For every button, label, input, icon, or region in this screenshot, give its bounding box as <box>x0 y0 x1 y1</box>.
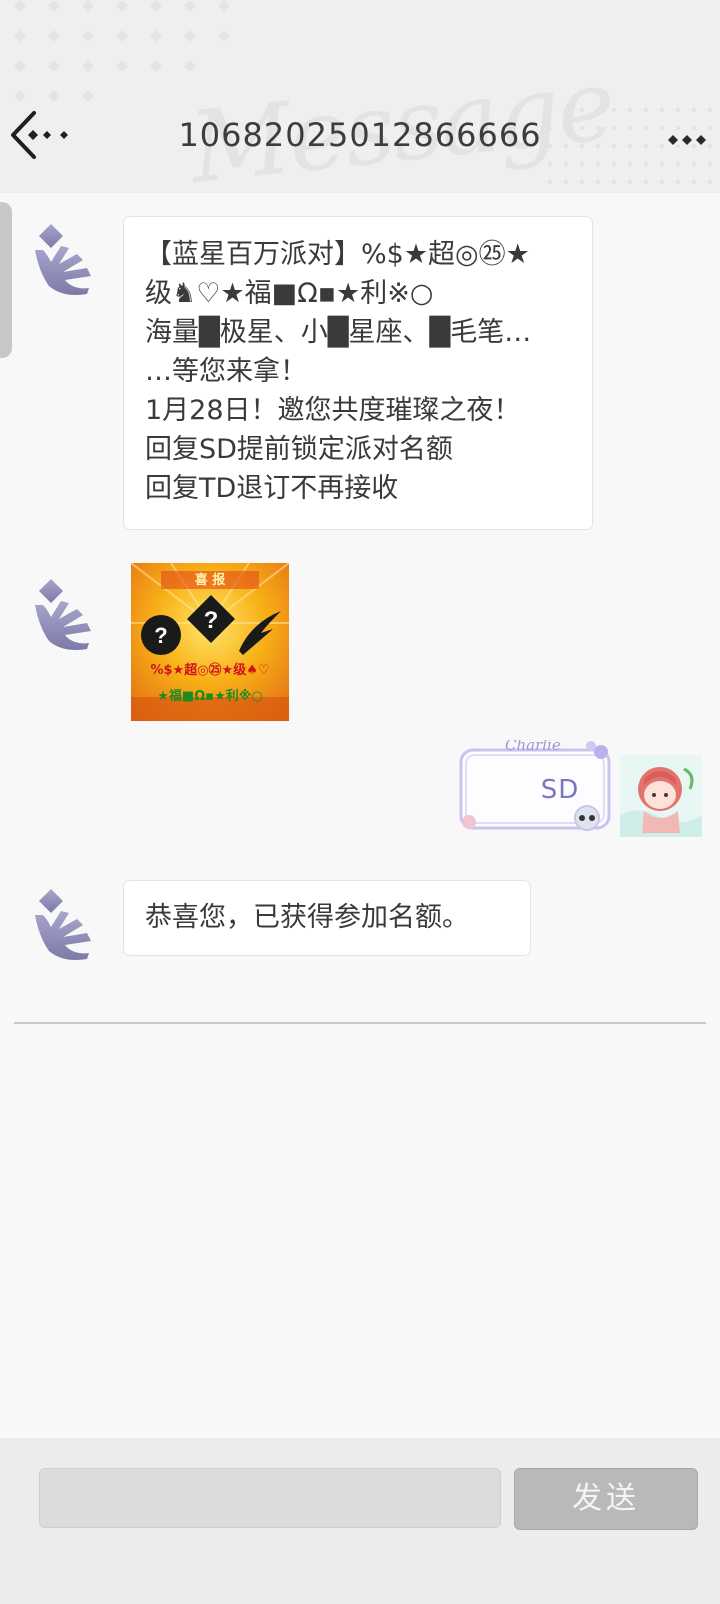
image-text-row: %$★超◎㉕★级♠♡ <box>150 663 270 678</box>
divider <box>14 1022 706 1024</box>
message-text: 恭喜您，已获得参加名额。 <box>145 902 469 933</box>
message-bubble-incoming[interactable]: 【蓝星百万派对】%$★超◎㉕★ 级♞♡★福■Ω▪★利※○ 海量█极星、小█星座、… <box>123 216 593 530</box>
message-line: 回复SD提前锁定派对名额 <box>145 434 453 465</box>
crystal-wing-icon <box>35 579 91 650</box>
message-line: …等您来拿！ <box>145 356 307 387</box>
message-line: 海量█极星、小█星座、█毛笔… <box>145 317 532 348</box>
header: Message 10682025012866666 <box>0 0 720 193</box>
message-bubble-incoming[interactable]: 恭喜您，已获得参加名额。 <box>123 880 531 956</box>
side-drawer-handle[interactable] <box>0 202 12 358</box>
conversation-title: 10682025012866666 <box>178 116 542 154</box>
message-input[interactable] <box>39 1468 501 1528</box>
image-message[interactable]: ? ? 喜 报 %$★超◎㉕★级♠♡ ★福■Ω▪★利※○ <box>131 563 289 721</box>
image-banner-text: 喜 报 <box>194 573 226 588</box>
message-line: 级♞♡★福■Ω▪★利※○ <box>145 278 434 309</box>
image-text-row: ★福■Ω▪★利※○ <box>157 689 263 704</box>
message-line: 回复TD退订不再接收 <box>145 473 399 504</box>
crystal-wing-icon <box>35 224 91 295</box>
message-line: 1月28日！邀您共度璀璨之夜！ <box>145 395 521 426</box>
outgoing-message-text: SD <box>540 775 580 805</box>
svg-text:?: ? <box>204 607 219 634</box>
more-dots-icon[interactable] <box>662 122 708 158</box>
message-line: 【蓝星百万派对】%$★超◎㉕★ <box>145 239 530 270</box>
svg-text:?: ? <box>154 623 167 648</box>
crystal-wing-icon <box>35 889 91 960</box>
sticker-name-text: Charlie <box>505 740 561 754</box>
send-button[interactable]: 发送 <box>514 1468 698 1530</box>
user-avatar-icon[interactable] <box>620 755 702 837</box>
